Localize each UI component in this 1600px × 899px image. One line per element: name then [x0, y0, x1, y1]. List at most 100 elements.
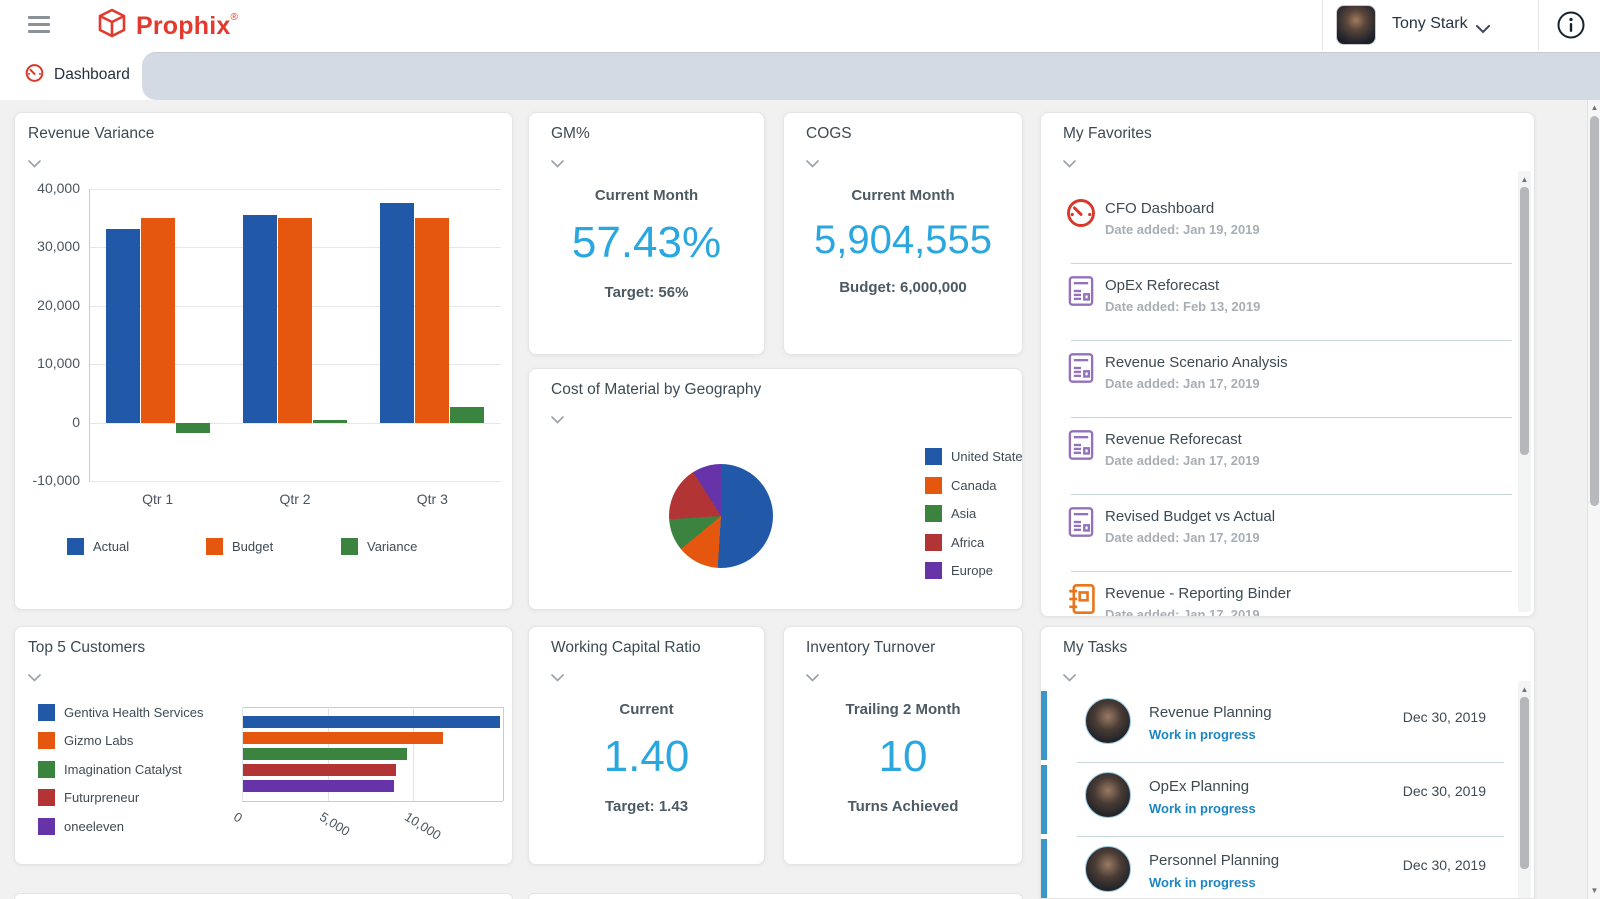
task-status: Work in progress [1149, 801, 1256, 816]
favorite-name: Revenue Reforecast [1105, 431, 1242, 448]
favorite-item[interactable]: Revenue ReforecastDate added: Jan 17, 20… [1041, 418, 1514, 495]
kpi-value: 10 [784, 732, 1022, 782]
scroll-up-arrow-icon[interactable]: ▲ [1588, 103, 1600, 113]
menu-icon[interactable] [28, 16, 50, 34]
task-item[interactable]: OpEx PlanningWork in progressDec 30, 201… [1041, 763, 1514, 837]
legend-label: Variance [367, 539, 417, 554]
topbar-divider [1322, 0, 1323, 50]
favorite-item[interactable]: Revenue - Reporting BinderDate added: Ja… [1041, 572, 1514, 616]
favorite-item[interactable]: Revised Budget vs Actual Date added: Jan … [1041, 495, 1514, 572]
dashboard-gauge-icon [1065, 197, 1097, 234]
prophix-logo[interactable]: Prophix® [95, 8, 238, 45]
prophix-cube-icon [95, 8, 129, 45]
card-title: COGS [806, 125, 852, 143]
user-avatar[interactable] [1336, 5, 1376, 45]
bar-imagination-catalyst [243, 748, 407, 760]
legend-label: Asia [951, 506, 976, 521]
user-menu-chevron-down-icon[interactable] [1476, 21, 1490, 39]
favorites-scrollbar[interactable]: ▲ [1518, 171, 1531, 612]
task-due-date: Dec 30, 2019 [1403, 709, 1486, 725]
favorite-name: CFO Dashboard [1105, 200, 1214, 217]
legend-swatch [341, 538, 358, 555]
task-status: Work in progress [1149, 875, 1256, 890]
legend-label: Europe [951, 563, 993, 578]
card-title: GM% [551, 125, 590, 143]
binder-icon [1065, 582, 1097, 616]
collapse-chevron-icon[interactable] [1063, 669, 1076, 687]
my-favorites-card: My Favorites CFO DashboardDate added: Ja… [1040, 112, 1535, 617]
scrollbar-thumb[interactable] [1520, 187, 1529, 455]
logo-text: Prophix [136, 12, 230, 40]
task-assignee-avatar [1085, 698, 1131, 744]
task-status: Work in progress [1149, 727, 1256, 742]
collapse-chevron-icon[interactable] [806, 669, 819, 687]
favorite-name: OpEx Reforecast [1105, 277, 1219, 294]
report-icon [1065, 274, 1097, 313]
card-title: Inventory Turnover [806, 639, 935, 657]
scroll-up-arrow-icon[interactable]: ▲ [1518, 175, 1531, 185]
next-row-card-peek [528, 893, 1023, 899]
revenue-variance-card: Revenue Variance 40,00030,00020,00010,00… [14, 112, 513, 610]
top-5-customers-card: Top 5 Customers Gentiva Health ServicesG… [14, 626, 513, 865]
collapse-chevron-icon[interactable] [1063, 155, 1076, 173]
gm-card: GM% Current Month 57.43% Target: 56% [528, 112, 765, 355]
card-title: My Favorites [1063, 125, 1152, 143]
collapse-chevron-icon[interactable] [551, 155, 564, 173]
prophix-dashboard-app: Prophix® Tony Stark Dashboard [0, 0, 1600, 899]
favorite-item[interactable]: Revenue Scenario Analysis Date added: Jan… [1041, 341, 1514, 418]
tab-bar: Dashboard [0, 50, 1600, 100]
dashboard-gauge-icon [24, 63, 45, 88]
page-scrollbar[interactable]: ▲ ▼ [1587, 100, 1600, 899]
favorite-date-added: Date added: Jan 17, 2019 [1105, 376, 1260, 391]
favorite-date-added: Date added: Jan 17, 2019 [1105, 607, 1260, 616]
task-item[interactable]: Personnel PlanningWork in progressDec 30… [1041, 837, 1514, 898]
scroll-up-arrow-icon[interactable]: ▲ [1518, 685, 1531, 695]
legend-label: Canada [951, 478, 997, 493]
bar-futurpreneur [243, 764, 396, 776]
legend-swatch [925, 534, 942, 551]
favorite-name: Revised Budget vs Actual [1105, 508, 1275, 525]
kpi-target-label: Budget: 6,000,000 [784, 279, 1022, 296]
my-tasks-card: My Tasks Revenue PlanningWork in progres… [1040, 626, 1535, 899]
scrollbar-thumb[interactable] [1590, 116, 1599, 506]
legend-item: Actual [67, 538, 129, 555]
legend-swatch [925, 448, 942, 465]
bar-oneeleven [243, 780, 394, 792]
task-name: Personnel Planning [1149, 852, 1279, 869]
tasks-scrollbar[interactable]: ▲ [1518, 681, 1531, 898]
kpi-target-label: Target: 56% [529, 284, 764, 301]
legend-item: Africa [925, 534, 984, 551]
legend-swatch [925, 477, 942, 494]
collapse-chevron-icon[interactable] [551, 669, 564, 687]
favorite-date-added: Date added: Jan 17, 2019 [1105, 530, 1260, 545]
favorite-name: Revenue Scenario Analysis [1105, 354, 1288, 371]
tasks-list: Revenue PlanningWork in progressDec 30, … [1041, 689, 1514, 898]
legend-item: United States [925, 448, 1023, 465]
legend-item: Canada [925, 477, 997, 494]
report-icon [1065, 505, 1097, 544]
next-row-card-peek [14, 893, 513, 899]
dashboard-content: Revenue Variance 40,00030,00020,00010,00… [0, 100, 1600, 899]
scrollbar-thumb[interactable] [1520, 697, 1529, 869]
top-bar: Prophix® Tony Stark [0, 0, 1600, 50]
legend-item: Budget [206, 538, 273, 555]
user-name[interactable]: Tony Stark [1392, 15, 1468, 33]
task-assignee-avatar [1085, 772, 1131, 818]
favorites-list: CFO DashboardDate added: Jan 19, 2019OpE… [1041, 187, 1514, 616]
scroll-down-arrow-icon[interactable]: ▼ [1588, 886, 1600, 896]
working-capital-ratio-card: Working Capital Ratio Current 1.40 Targe… [528, 626, 765, 865]
collapse-chevron-icon[interactable] [806, 155, 819, 173]
kpi-value: 57.43% [529, 218, 764, 268]
task-due-date: Dec 30, 2019 [1403, 783, 1486, 799]
kpi-period-label: Current Month [529, 187, 764, 204]
task-item[interactable]: Revenue PlanningWork in progressDec 30, … [1041, 689, 1514, 763]
tab-dashboard[interactable]: Dashboard [0, 50, 142, 100]
favorite-item[interactable]: OpEx ReforecastDate added: Feb 13, 2019 [1041, 264, 1514, 341]
legend-label: Budget [232, 539, 273, 554]
info-icon[interactable] [1556, 10, 1586, 40]
favorite-item[interactable]: CFO DashboardDate added: Jan 19, 2019 [1041, 187, 1514, 264]
legend-swatch [925, 562, 942, 579]
bar-gentiva-health-services [243, 716, 500, 728]
legend-label: Actual [93, 539, 129, 554]
kpi-period-label: Trailing 2 Month [784, 701, 1022, 718]
